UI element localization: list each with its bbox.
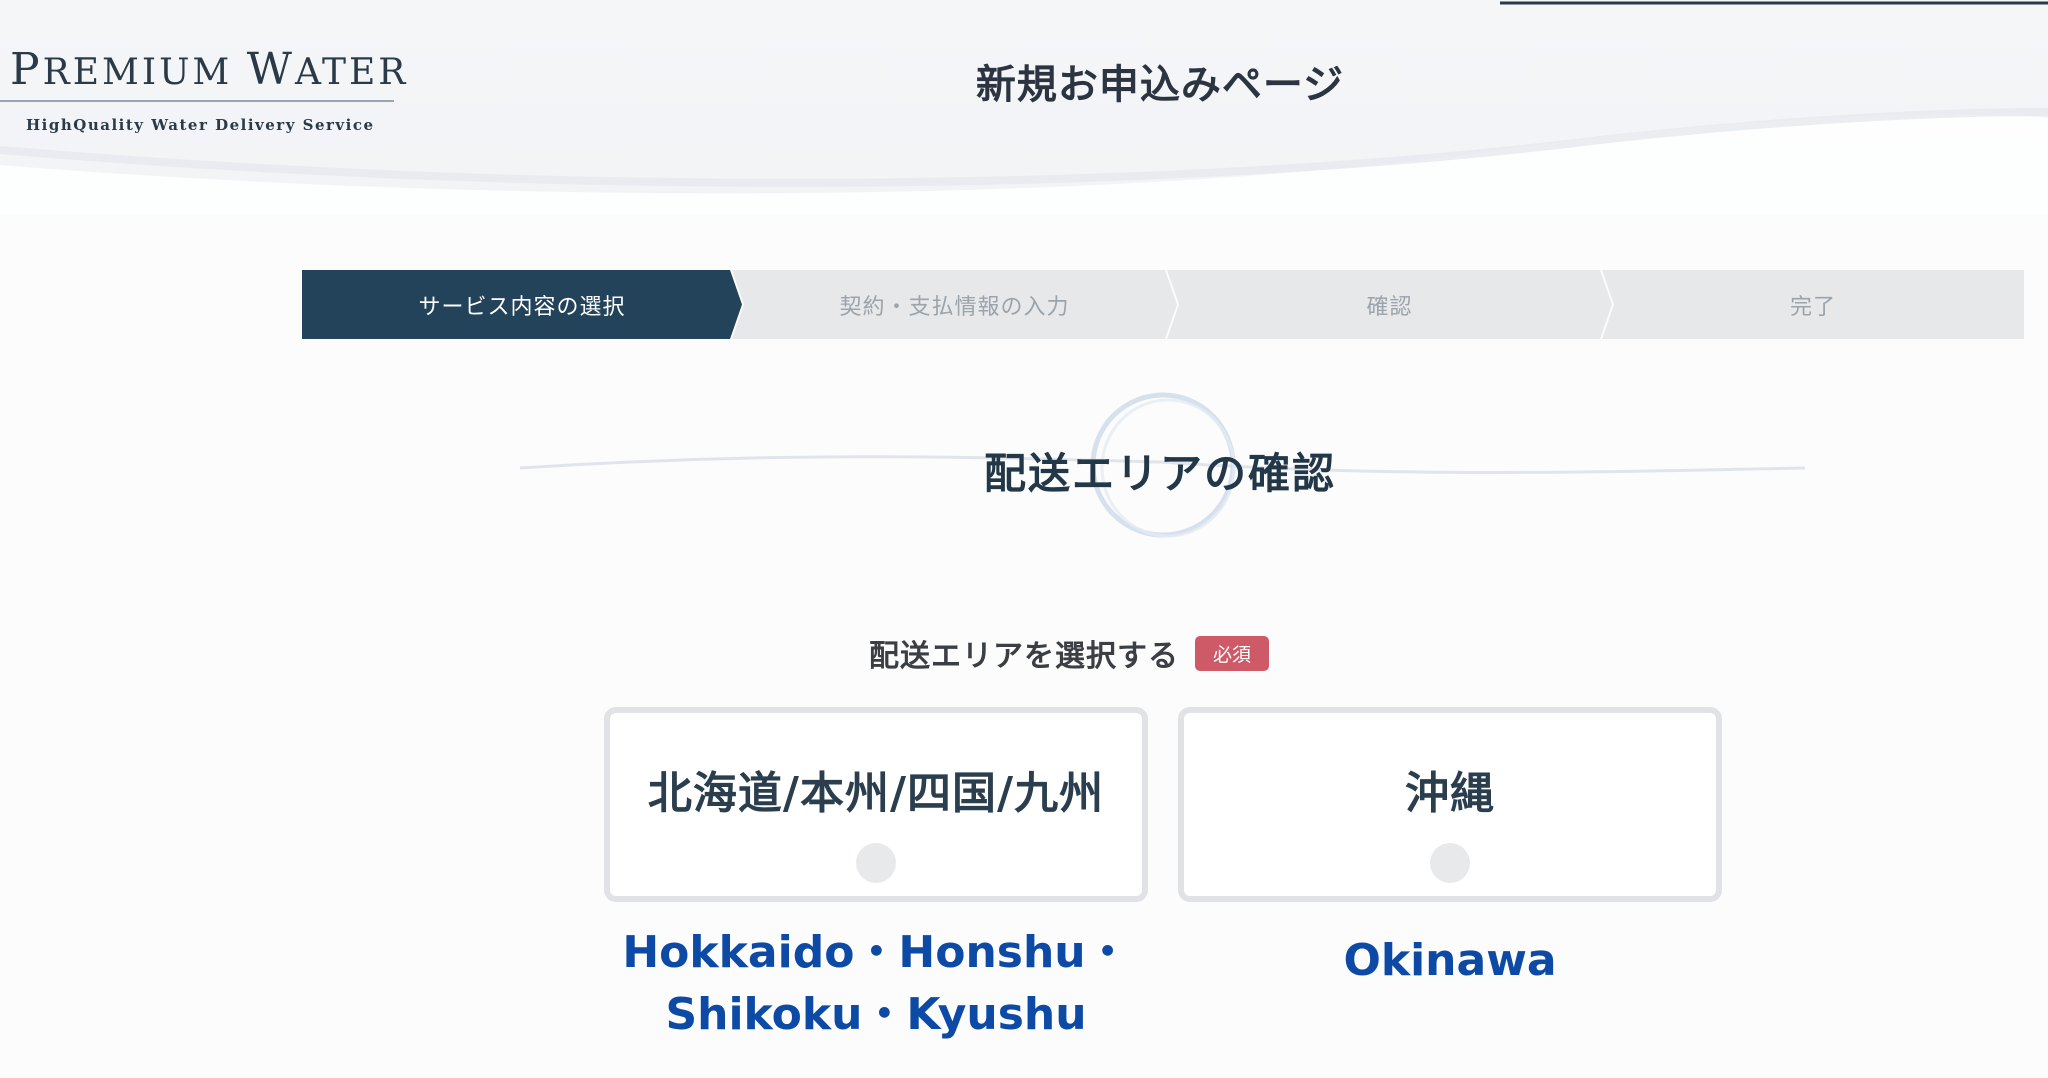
caption-okinawa: Okinawa — [1178, 930, 1722, 992]
select-area-label: 配送エリアを選択する — [868, 639, 1179, 674]
radio-button[interactable] — [856, 843, 896, 883]
progress-steps: サービス内容の選択 契約・支払情報の入力 確認 完了 — [302, 270, 2024, 339]
area-option-okinawa[interactable]: 沖縄 — [1178, 707, 1722, 902]
required-badge: 必須 — [1194, 635, 1269, 671]
step-confirm: 確認 — [1167, 270, 1612, 339]
header: PREMIUM WATER HighQuality Water Delivery… — [0, 0, 2048, 215]
logo-divider — [0, 100, 394, 102]
caption-line: Okinawa — [1343, 935, 1557, 986]
radio-button[interactable] — [1430, 843, 1470, 883]
step-label: 契約・支払情報の入力 — [839, 294, 1070, 320]
section-title: 配送エリアの確認 — [983, 449, 1336, 498]
step-label: サービス内容の選択 — [418, 294, 626, 320]
brand-tagline: HighQuality Water Delivery Service — [26, 116, 375, 134]
section-heading: 配送エリアの確認 — [0, 380, 2048, 550]
step-label: 確認 — [1366, 294, 1413, 320]
option-label: 北海道/本州/四国/九州 — [647, 768, 1105, 819]
step-service-selection: サービス内容の選択 — [302, 270, 742, 339]
step-label: 完了 — [1789, 294, 1836, 320]
caption-line: Hokkaido・Honshu・ — [622, 927, 1130, 978]
brand-name: PREMIUM WATER — [10, 44, 409, 95]
step-complete: 完了 — [1602, 270, 2024, 339]
brand-logo[interactable]: PREMIUM WATER HighQuality Water Delivery… — [0, 44, 405, 144]
page: PREMIUM WATER HighQuality Water Delivery… — [0, 0, 2048, 1078]
caption-mainland: Hokkaido・Honshu・ Shikoku・Kyushu — [604, 922, 1148, 1046]
step-contract-payment: 契約・支払情報の入力 — [732, 270, 1177, 339]
option-label: 沖縄 — [1405, 768, 1495, 819]
page-title: 新規お申込みページ — [975, 61, 1345, 108]
select-area-row: 配送エリアを選択する 必須 — [0, 628, 2048, 678]
caption-line: Shikoku・Kyushu — [665, 989, 1087, 1040]
area-option-mainland[interactable]: 北海道/本州/四国/九州 — [604, 707, 1148, 902]
